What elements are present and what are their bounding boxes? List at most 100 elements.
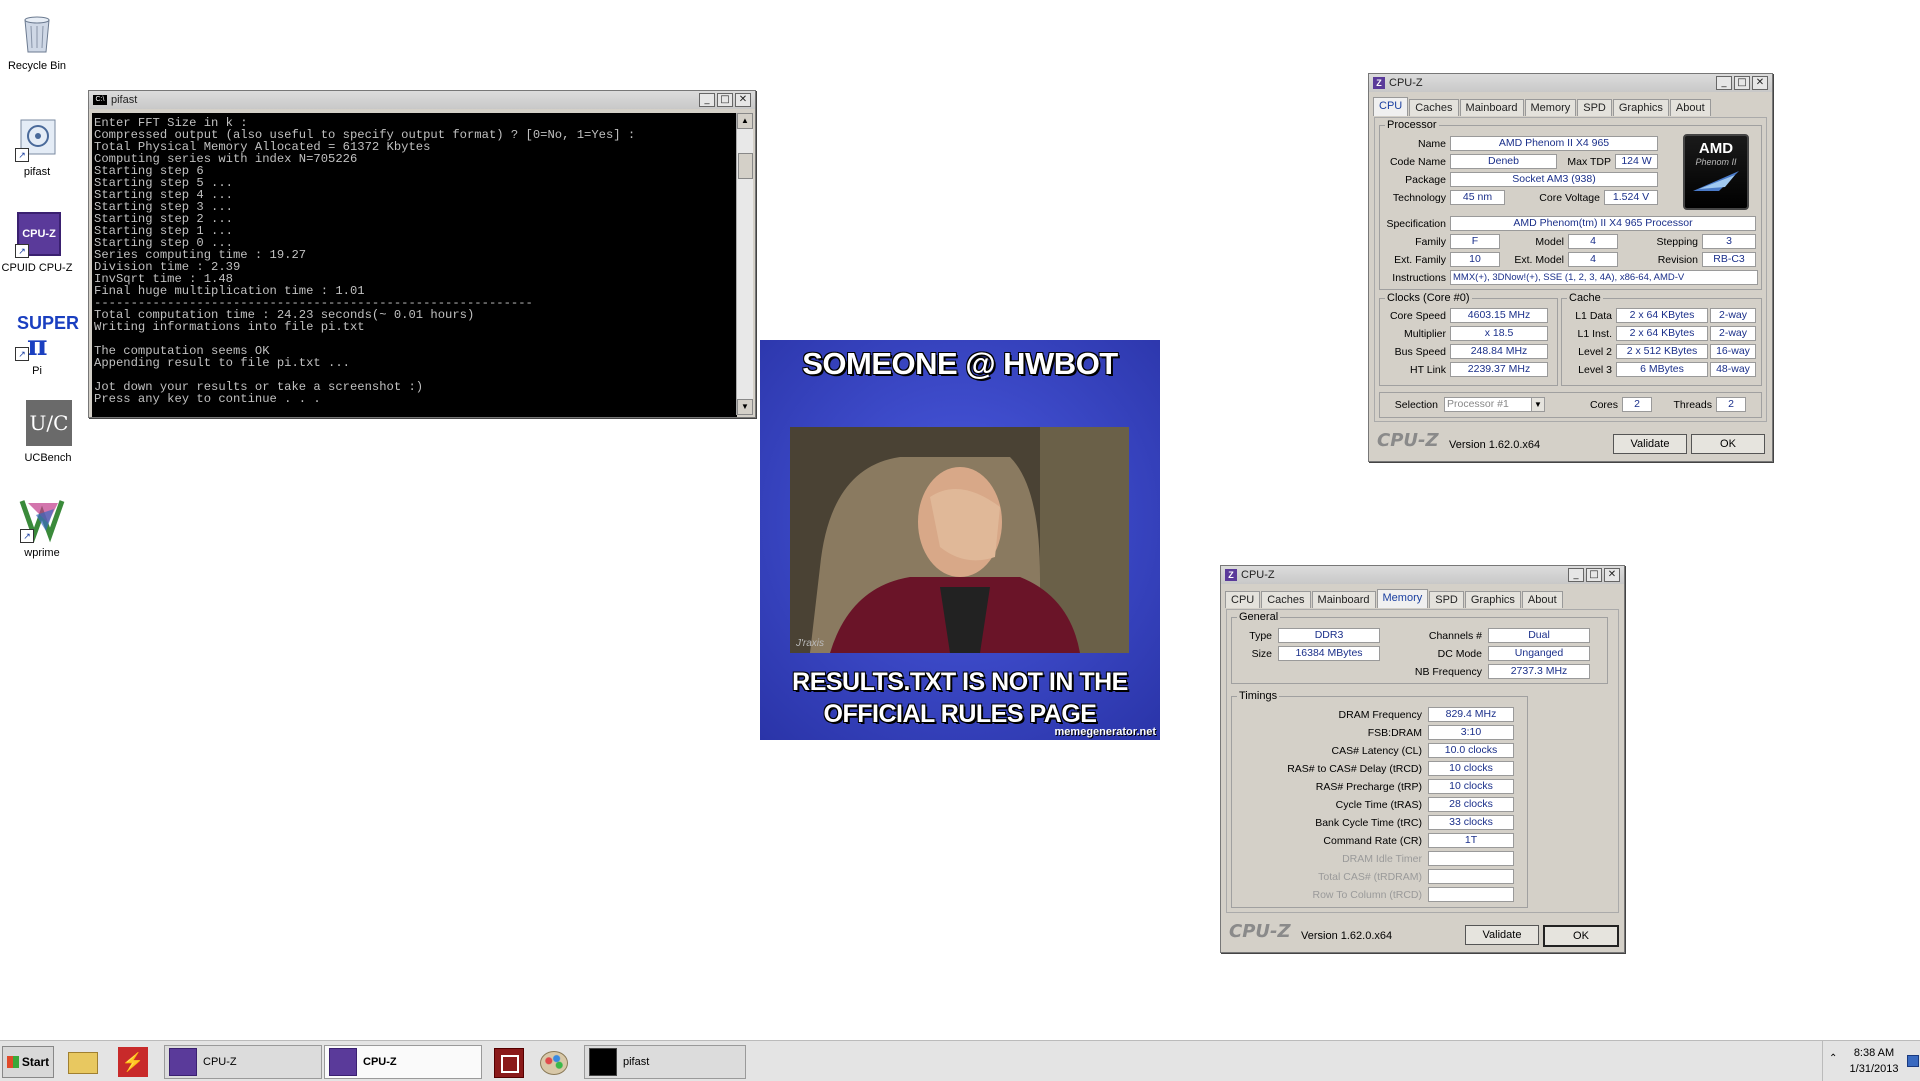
minimize-button[interactable]: _ <box>1568 568 1584 582</box>
console-output[interactable]: Enter FFT Size in k : Compressed output (… <box>92 113 737 417</box>
taskbar-item-cpuz-2[interactable]: CPU-Z <box>324 1045 482 1079</box>
desktop-icon-wprime[interactable]: ↗ wprime <box>2 495 82 559</box>
tab-spd[interactable]: SPD <box>1577 99 1612 116</box>
value-level3-size: 6 MBytes <box>1616 362 1708 377</box>
processor-group: Processor Name AMD Phenom II X4 965 Code… <box>1379 119 1762 290</box>
cpuz-memory-window[interactable]: Z CPU-Z _ □ ✕ CPU Caches Mainboard Memor… <box>1220 565 1625 953</box>
version-text: Version 1.62.0.x64 <box>1449 439 1541 451</box>
desktop-icon-label: Pi <box>32 365 42 377</box>
label-technology: Technology <box>1392 192 1446 204</box>
processor-select[interactable]: Processor #1 <box>1444 397 1534 412</box>
label-size: Size <box>1251 648 1272 660</box>
maximize-button[interactable]: □ <box>1586 568 1602 582</box>
taskbar-item-label: CPU-Z <box>203 1056 237 1068</box>
window-title: CPU-Z <box>1241 569 1275 581</box>
tab-spd[interactable]: SPD <box>1429 591 1464 608</box>
tab-graphics[interactable]: Graphics <box>1464 591 1521 608</box>
quicklaunch-flash[interactable]: ⚡ <box>118 1047 148 1077</box>
cpuz-titlebar[interactable]: Z CPU-Z _ □ ✕ <box>1221 566 1624 584</box>
value-maxtdp: 124 W <box>1615 154 1658 169</box>
shortcut-arrow-icon: ↗ <box>20 529 34 543</box>
cpuz-cpu-window[interactable]: Z CPU-Z _ □ ✕ CPU Caches Mainboard Memor… <box>1368 73 1773 462</box>
logo-line: Phenom II <box>1695 157 1737 167</box>
meme-watermark: memegenerator.net <box>1054 726 1156 738</box>
desktop-icon-label: pifast <box>23 166 51 178</box>
value-l1-inst-size: 2 x 64 KBytes <box>1616 326 1708 341</box>
close-button[interactable]: ✕ <box>735 93 751 107</box>
minimize-button[interactable]: _ <box>1716 76 1732 90</box>
maximize-button[interactable]: □ <box>717 93 733 107</box>
timing-value: 33 clocks <box>1428 815 1514 830</box>
tab-cpu[interactable]: CPU <box>1225 591 1261 608</box>
validate-button[interactable]: Validate <box>1613 434 1687 454</box>
tab-graphics[interactable]: Graphics <box>1612 99 1669 116</box>
taskbar-item-label: CPU-Z <box>363 1056 397 1068</box>
value-instructions: MMX(+), 3DNow!(+), SSE (1, 2, 3, 4A), x8… <box>1450 270 1758 285</box>
desktop-icon-pifast[interactable]: ↗ pifast <box>0 114 77 178</box>
value-stepping: 3 <box>1702 234 1756 249</box>
validate-button[interactable]: Validate <box>1465 925 1539 945</box>
scroll-down-button[interactable]: ▼ <box>737 399 753 415</box>
timing-value: 10 clocks <box>1428 779 1514 794</box>
desktop-icon-superpi[interactable]: SUPER π ↗ Pi <box>0 313 79 377</box>
chevron-down-icon[interactable]: ▼ <box>1531 397 1545 412</box>
label-maxtdp: Max TDP <box>1567 156 1611 168</box>
desktop-icon-recycle-bin[interactable]: Recycle Bin <box>0 8 77 72</box>
timing-label: Total CAS# (tRDRAM) <box>1318 871 1422 883</box>
value-threads: 2 <box>1716 397 1746 412</box>
label-ht-link: HT Link <box>1410 364 1446 376</box>
console-line: Press any key to continue . . . <box>94 392 321 406</box>
label-selection: Selection <box>1394 399 1438 411</box>
desktop-icon-cpuz[interactable]: CPU-Z ↗ CPUID CPU-Z <box>0 210 77 274</box>
cpuz-brand-logo: CPU-Z <box>1229 921 1291 942</box>
tab-mainboard[interactable]: Mainboard <box>1459 99 1524 116</box>
tab-memory[interactable]: Memory <box>1376 589 1429 608</box>
minimize-button[interactable]: _ <box>699 93 715 107</box>
value-family: F <box>1450 234 1500 249</box>
scroll-up-button[interactable]: ▲ <box>737 113 753 129</box>
scroll-thumb[interactable] <box>738 153 753 179</box>
show-desktop-icon[interactable] <box>1907 1055 1919 1067</box>
tab-cpu[interactable]: CPU <box>1373 97 1409 116</box>
ok-button[interactable]: OK <box>1543 925 1619 947</box>
meme-picture: J'raxis <box>790 427 1129 653</box>
timing-label: CAS# Latency (CL) <box>1331 745 1422 757</box>
ok-button[interactable]: OK <box>1691 434 1765 454</box>
quicklaunch-app[interactable] <box>494 1048 524 1078</box>
group-title: General <box>1237 611 1281 623</box>
close-button[interactable]: ✕ <box>1604 568 1620 582</box>
tab-about[interactable]: About <box>1521 591 1563 608</box>
value-level2-size: 2 x 512 KBytes <box>1616 344 1708 359</box>
start-button[interactable]: Start <box>2 1046 54 1078</box>
pifast-window[interactable]: C:\ pifast _ □ ✕ Enter FFT Size in k : Co… <box>88 90 756 418</box>
quicklaunch-explorer[interactable] <box>68 1049 100 1075</box>
general-group: General Type DDR3 Size 16384 MBytes Chan… <box>1231 611 1608 684</box>
timing-label: RAS# Precharge (tRP) <box>1315 781 1422 793</box>
tab-caches[interactable]: Caches <box>1409 99 1459 116</box>
start-label: Start <box>21 1055 50 1069</box>
timing-label: Row To Column (tRCD) <box>1312 889 1423 901</box>
close-button[interactable]: ✕ <box>1752 76 1768 90</box>
desktop-icon-ucbench[interactable]: U/C UCBench <box>8 400 88 464</box>
tab-caches[interactable]: Caches <box>1261 591 1311 608</box>
paint-palette-icon <box>540 1051 568 1075</box>
label-threads: Threads <box>1673 399 1712 411</box>
maximize-button[interactable]: □ <box>1734 76 1750 90</box>
tab-memory[interactable]: Memory <box>1524 99 1577 116</box>
taskbar-item-cpuz-1[interactable]: CPU-Z <box>164 1045 322 1079</box>
cpuz-titlebar[interactable]: Z CPU-Z _ □ ✕ <box>1369 74 1772 92</box>
value-channels: Dual <box>1488 628 1590 643</box>
tab-about[interactable]: About <box>1669 99 1711 116</box>
label-revision: Revision <box>1657 254 1698 266</box>
clock[interactable]: 8:38 AM 1/31/2013 <box>1843 1045 1905 1077</box>
show-hidden-icons-button[interactable]: ⌃ <box>1829 1053 1837 1064</box>
timing-value: 28 clocks <box>1428 797 1514 812</box>
value-package: Socket AM3 (938) <box>1450 172 1658 187</box>
pifast-titlebar[interactable]: C:\ pifast _ □ ✕ <box>89 91 755 109</box>
tab-mainboard[interactable]: Mainboard <box>1311 591 1376 608</box>
console-scrollbar[interactable]: ▲ ▼ <box>736 113 753 415</box>
taskbar-item-pifast[interactable]: pifast <box>584 1045 746 1079</box>
value-cores: 2 <box>1622 397 1652 412</box>
quicklaunch-paint[interactable] <box>540 1048 568 1076</box>
label-specification: Specification <box>1386 218 1446 230</box>
